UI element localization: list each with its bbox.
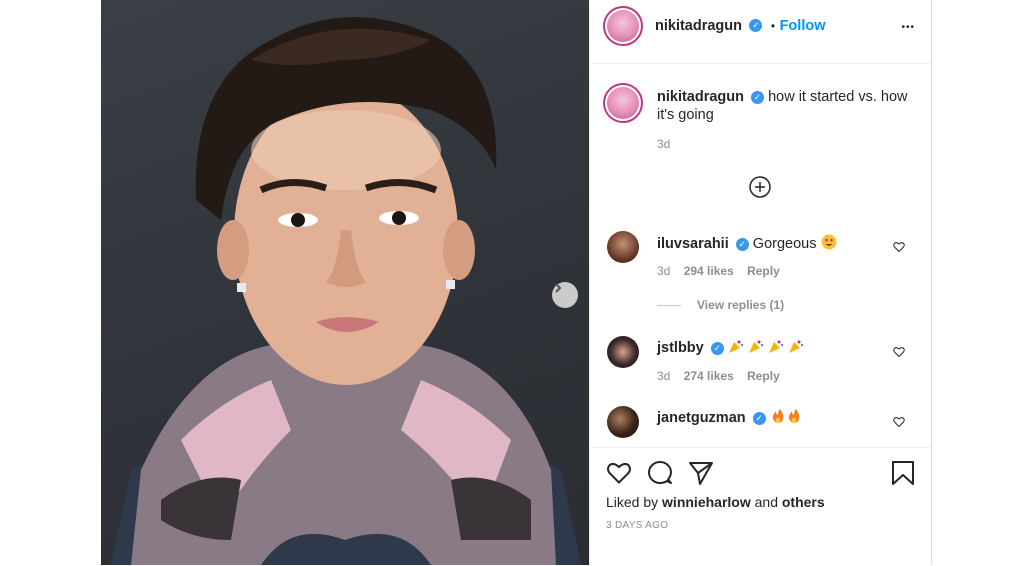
liked-by-prefix: Liked by — [606, 494, 659, 510]
author-username[interactable]: nikitadragun — [655, 18, 742, 34]
view-replies-label: View replies (1) — [697, 298, 785, 312]
party-popper-emoji-icon — [728, 338, 806, 358]
view-replies-button[interactable]: View replies (1) — [657, 298, 784, 312]
caption-time: 3d — [657, 137, 671, 151]
commenter-username[interactable]: jstlbby — [657, 340, 704, 356]
comment-time: 3d — [657, 264, 671, 278]
plus-circle-icon — [749, 176, 771, 198]
reply-button[interactable]: Reply — [747, 369, 780, 383]
comment-meta: 3d 274 likes Reply — [657, 369, 780, 383]
share-paper-plane-icon[interactable] — [688, 460, 714, 486]
caption: nikitadragun ✓ how it started vs. how it… — [657, 88, 909, 124]
author-avatar[interactable] — [603, 6, 643, 46]
heart-eyes-emoji-icon — [821, 234, 837, 254]
like-comment-heart-icon[interactable] — [893, 241, 905, 253]
comment-body: jstlbby ✓ — [657, 338, 806, 358]
save-bookmark-icon[interactable] — [890, 460, 916, 486]
like-comment-heart-icon[interactable] — [893, 416, 905, 428]
verified-badge-icon: ✓ — [710, 341, 724, 355]
liked-by-and: and — [754, 494, 778, 510]
follow-separator: • — [770, 19, 776, 33]
post-timestamp[interactable]: 3 DAYS AGO — [606, 520, 668, 531]
liked-by-user[interactable]: winnieharlow — [662, 494, 751, 510]
verified-badge-icon: ✓ — [749, 19, 763, 33]
caption-avatar[interactable] — [603, 83, 643, 123]
more-options-icon[interactable]: ••• — [901, 22, 915, 33]
load-more-comments-button[interactable] — [749, 176, 771, 198]
comment-body: iluvsarahii ✓ Gorgeous — [657, 234, 837, 254]
post-side-panel: nikitadragun ✓ • Follow ••• nikitadragun… — [589, 0, 932, 566]
comment-body: janetguzman ✓ — [657, 408, 804, 428]
commenter-avatar[interactable] — [607, 231, 639, 263]
post-header: nikitadragun ✓ • Follow ••• — [590, 0, 931, 64]
comment-likes[interactable]: 294 likes — [684, 264, 734, 278]
comment-likes[interactable]: 274 likes — [684, 369, 734, 383]
commenter-avatar[interactable] — [607, 406, 639, 438]
chevron-right-icon — [555, 283, 562, 293]
commenter-username[interactable]: janetguzman — [657, 410, 746, 426]
verified-badge-icon: ✓ — [752, 411, 766, 425]
fire-emoji-icon — [770, 408, 804, 428]
post-actions-bar: Liked by winnieharlow and others 3 DAYS … — [590, 447, 931, 566]
verified-badge-icon: ✓ — [751, 90, 765, 104]
caption-username[interactable]: nikitadragun — [657, 89, 744, 105]
replies-divider — [657, 305, 681, 307]
verified-badge-icon: ✓ — [735, 237, 749, 251]
commenter-avatar[interactable] — [607, 336, 639, 368]
comment-text: Gorgeous — [752, 235, 817, 252]
like-heart-icon[interactable] — [606, 460, 632, 486]
author-row: nikitadragun ✓ • Follow — [655, 17, 826, 35]
next-photo-button[interactable] — [552, 282, 578, 308]
comment-time: 3d — [657, 369, 671, 383]
like-comment-heart-icon[interactable] — [893, 346, 905, 358]
commenter-username[interactable]: iluvsarahii — [657, 236, 729, 252]
liked-by-line: Liked by winnieharlow and others — [606, 494, 825, 510]
portrait-illustration — [111, 17, 581, 565]
reply-button[interactable]: Reply — [747, 264, 780, 278]
follow-button[interactable]: Follow — [780, 18, 826, 34]
post-photo — [101, 0, 589, 565]
comment-meta: 3d 294 likes Reply — [657, 264, 780, 278]
liked-by-others[interactable]: others — [782, 494, 825, 510]
comment-bubble-icon[interactable] — [647, 460, 673, 486]
